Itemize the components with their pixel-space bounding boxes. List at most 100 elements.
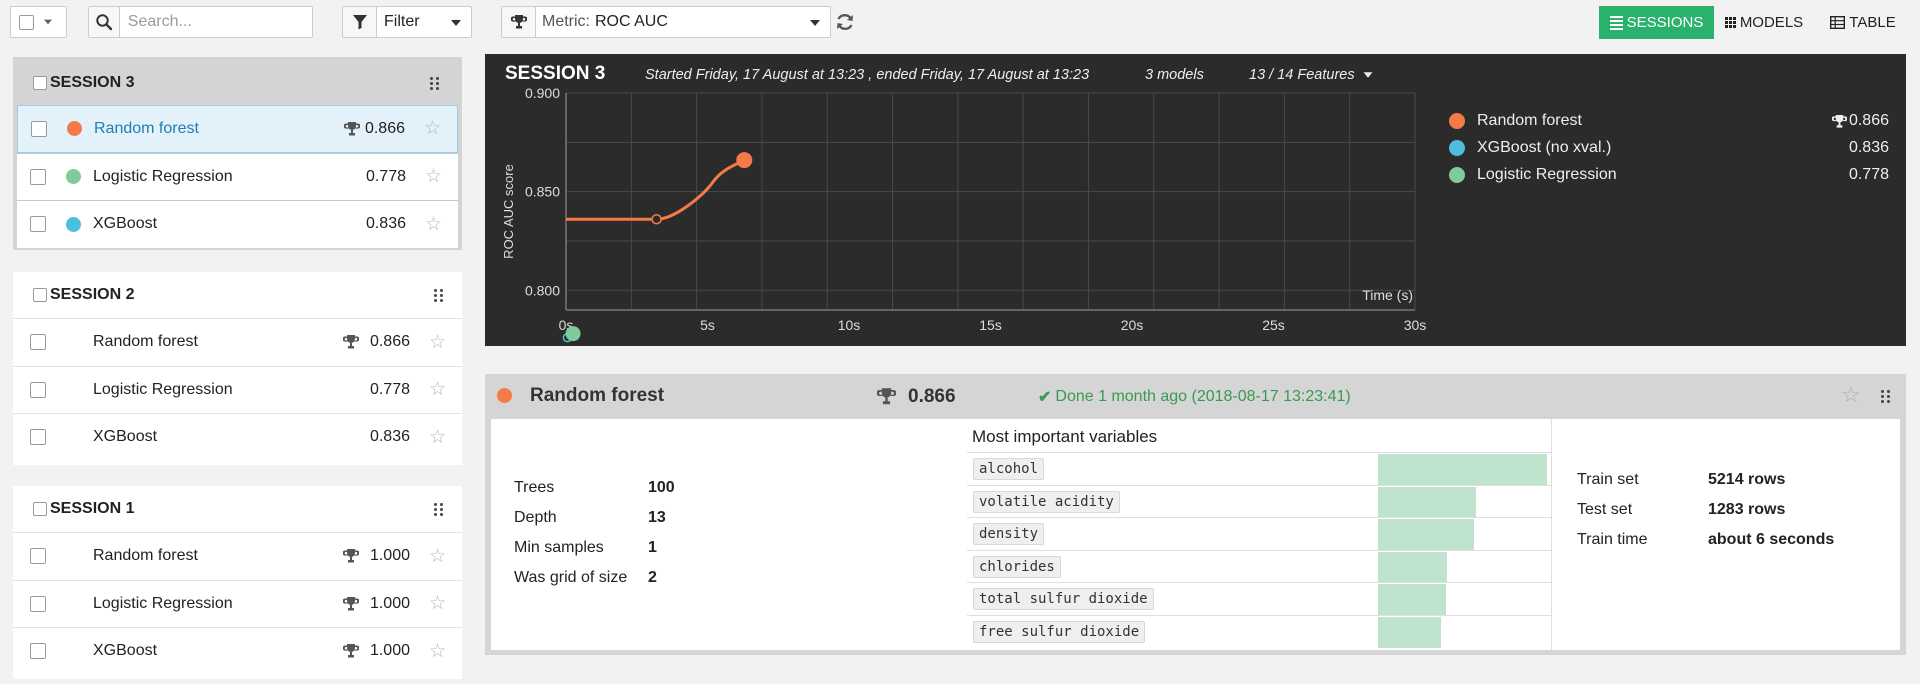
session-card[interactable]: SESSION 3 Random forest 0.866 ☆ Logistic…	[13, 57, 462, 250]
legend-item[interactable]: Logistic Regression 0.778	[1449, 164, 1889, 186]
model-checkbox[interactable]	[30, 216, 46, 233]
variable-name: density	[973, 523, 1045, 545]
select-all-checkbox[interactable]	[19, 14, 34, 30]
models-view-label: MODELS	[1739, 14, 1804, 31]
filter-icon	[352, 15, 367, 30]
model-row[interactable]: Random forest 0.866 ☆	[13, 318, 462, 366]
model-name: Random forest	[93, 333, 198, 351]
model-row[interactable]: XGBoost 0.836 ☆	[17, 200, 458, 248]
filter-label: Filter	[384, 13, 420, 30]
model-row[interactable]: Random forest 0.866 ☆	[17, 105, 458, 153]
star-icon[interactable]: ☆	[429, 594, 446, 613]
session-checkbox[interactable]	[33, 76, 47, 90]
model-detail-body: Trees 100 Depth 13 Min samples 1 Was gri…	[491, 419, 1900, 650]
x-tick-label: 30s	[1404, 317, 1427, 333]
kebab-icon[interactable]	[1881, 386, 1891, 406]
model-name: XGBoost	[93, 215, 158, 233]
train-info-value: about 6 seconds	[1708, 531, 1835, 548]
metric-value: ROC AUC	[595, 13, 668, 30]
model-detail-header[interactable]: Random forest 0.866 ✔ Done 1 month ago (…	[485, 374, 1906, 418]
param-value: 2	[648, 569, 657, 586]
x-tick-label: 15s	[979, 317, 1002, 333]
model-checkbox[interactable]	[30, 381, 46, 398]
session-header[interactable]: SESSION 1	[13, 486, 462, 532]
star-icon[interactable]: ☆	[429, 428, 446, 447]
train-info-label: Test set	[1577, 501, 1633, 518]
model-checkbox[interactable]	[30, 168, 46, 185]
trophy-icon	[343, 549, 359, 563]
model-checkbox[interactable]	[31, 120, 47, 137]
variable-name: chlorides	[973, 555, 1061, 578]
session-title: SESSION 2	[50, 286, 135, 303]
star-icon[interactable]: ☆	[1841, 382, 1861, 408]
session-checkbox[interactable]	[33, 502, 47, 516]
legend-item[interactable]: Random forest 0.866	[1449, 110, 1889, 132]
legend-item[interactable]: XGBoost (no xval.) 0.836	[1449, 137, 1889, 159]
model-checkbox[interactable]	[30, 548, 46, 565]
legend-value: 0.836	[1848, 139, 1889, 156]
legend-color-dot	[1449, 140, 1465, 156]
train-info-label: Train time	[1577, 531, 1648, 548]
search-box[interactable]	[88, 6, 313, 38]
model-score: 1.000	[369, 547, 410, 565]
x-tick-label: 20s	[1121, 317, 1144, 333]
model-row[interactable]: XGBoost 0.836 ☆	[13, 413, 462, 461]
model-checkbox[interactable]	[30, 429, 46, 446]
chevron-down-icon	[44, 19, 52, 25]
model-name: Random forest	[93, 547, 198, 565]
series-line-random-forest	[566, 158, 746, 221]
sessions-view-button[interactable]: SESSIONS	[1599, 6, 1714, 39]
legend-value: 0.778	[1848, 166, 1889, 183]
model-color-dot	[67, 121, 82, 137]
model-checkbox[interactable]	[30, 643, 46, 660]
variable-name: free sulfur dioxide	[973, 620, 1146, 643]
session-header[interactable]: SESSION 3	[17, 61, 458, 105]
trophy-icon-cell	[502, 7, 536, 37]
session-checkbox[interactable]	[33, 288, 47, 302]
session-header[interactable]: SESSION 2	[13, 272, 462, 318]
importance-bar	[1378, 519, 1474, 550]
kebab-icon[interactable]	[434, 499, 444, 519]
search-icon	[96, 14, 113, 31]
refresh-icon	[837, 13, 853, 31]
star-icon[interactable]: ☆	[424, 119, 441, 138]
star-icon[interactable]: ☆	[429, 547, 446, 566]
model-row[interactable]: Logistic Regression 0.778 ☆	[13, 365, 462, 413]
model-score: 0.866	[369, 333, 410, 351]
model-checkbox[interactable]	[30, 334, 46, 351]
y-tick-label: 0.850	[525, 184, 560, 200]
select-all-dropdown[interactable]	[10, 6, 67, 38]
kebab-icon[interactable]	[434, 285, 444, 305]
star-icon[interactable]: ☆	[425, 167, 442, 186]
model-name: XGBoost	[93, 428, 158, 446]
model-color-dot	[66, 216, 81, 232]
star-icon[interactable]: ☆	[425, 215, 442, 234]
star-icon[interactable]: ☆	[429, 642, 446, 661]
model-row[interactable]: XGBoost 1.000 ☆	[13, 627, 462, 675]
session-card[interactable]: SESSION 1 Random forest 1.000 ☆ Logistic…	[13, 486, 462, 679]
importance-bar	[1378, 616, 1441, 648]
session-card[interactable]: SESSION 2 Random forest 0.866 ☆ Logistic…	[13, 272, 462, 465]
table-view-button[interactable]: TABLE	[1823, 6, 1903, 39]
kebab-icon[interactable]	[430, 73, 440, 93]
star-icon[interactable]: ☆	[429, 380, 446, 399]
legend-value: 0.866	[1848, 112, 1889, 129]
legend-name: XGBoost (no xval.)	[1477, 139, 1612, 156]
variable-row: density	[967, 517, 1551, 550]
model-row[interactable]: Logistic Regression 1.000 ☆	[13, 579, 462, 627]
data-point	[565, 326, 581, 342]
search-input[interactable]	[119, 7, 312, 37]
model-row[interactable]: Random forest 1.000 ☆	[13, 532, 462, 580]
metric-dropdown[interactable]: Metric: ROC AUC	[501, 6, 831, 38]
model-checkbox[interactable]	[30, 595, 46, 612]
divider	[1551, 419, 1552, 650]
star-icon[interactable]: ☆	[429, 333, 446, 352]
model-score: 0.778	[365, 167, 406, 185]
models-view-button[interactable]: MODELS	[1719, 6, 1809, 39]
refresh-button[interactable]	[834, 11, 856, 33]
legend-color-dot	[1449, 113, 1465, 129]
model-color-dot	[497, 388, 512, 403]
chevron-down-icon	[810, 20, 820, 26]
filter-dropdown[interactable]: Filter	[342, 6, 472, 38]
model-row[interactable]: Logistic Regression 0.778 ☆	[17, 152, 458, 200]
